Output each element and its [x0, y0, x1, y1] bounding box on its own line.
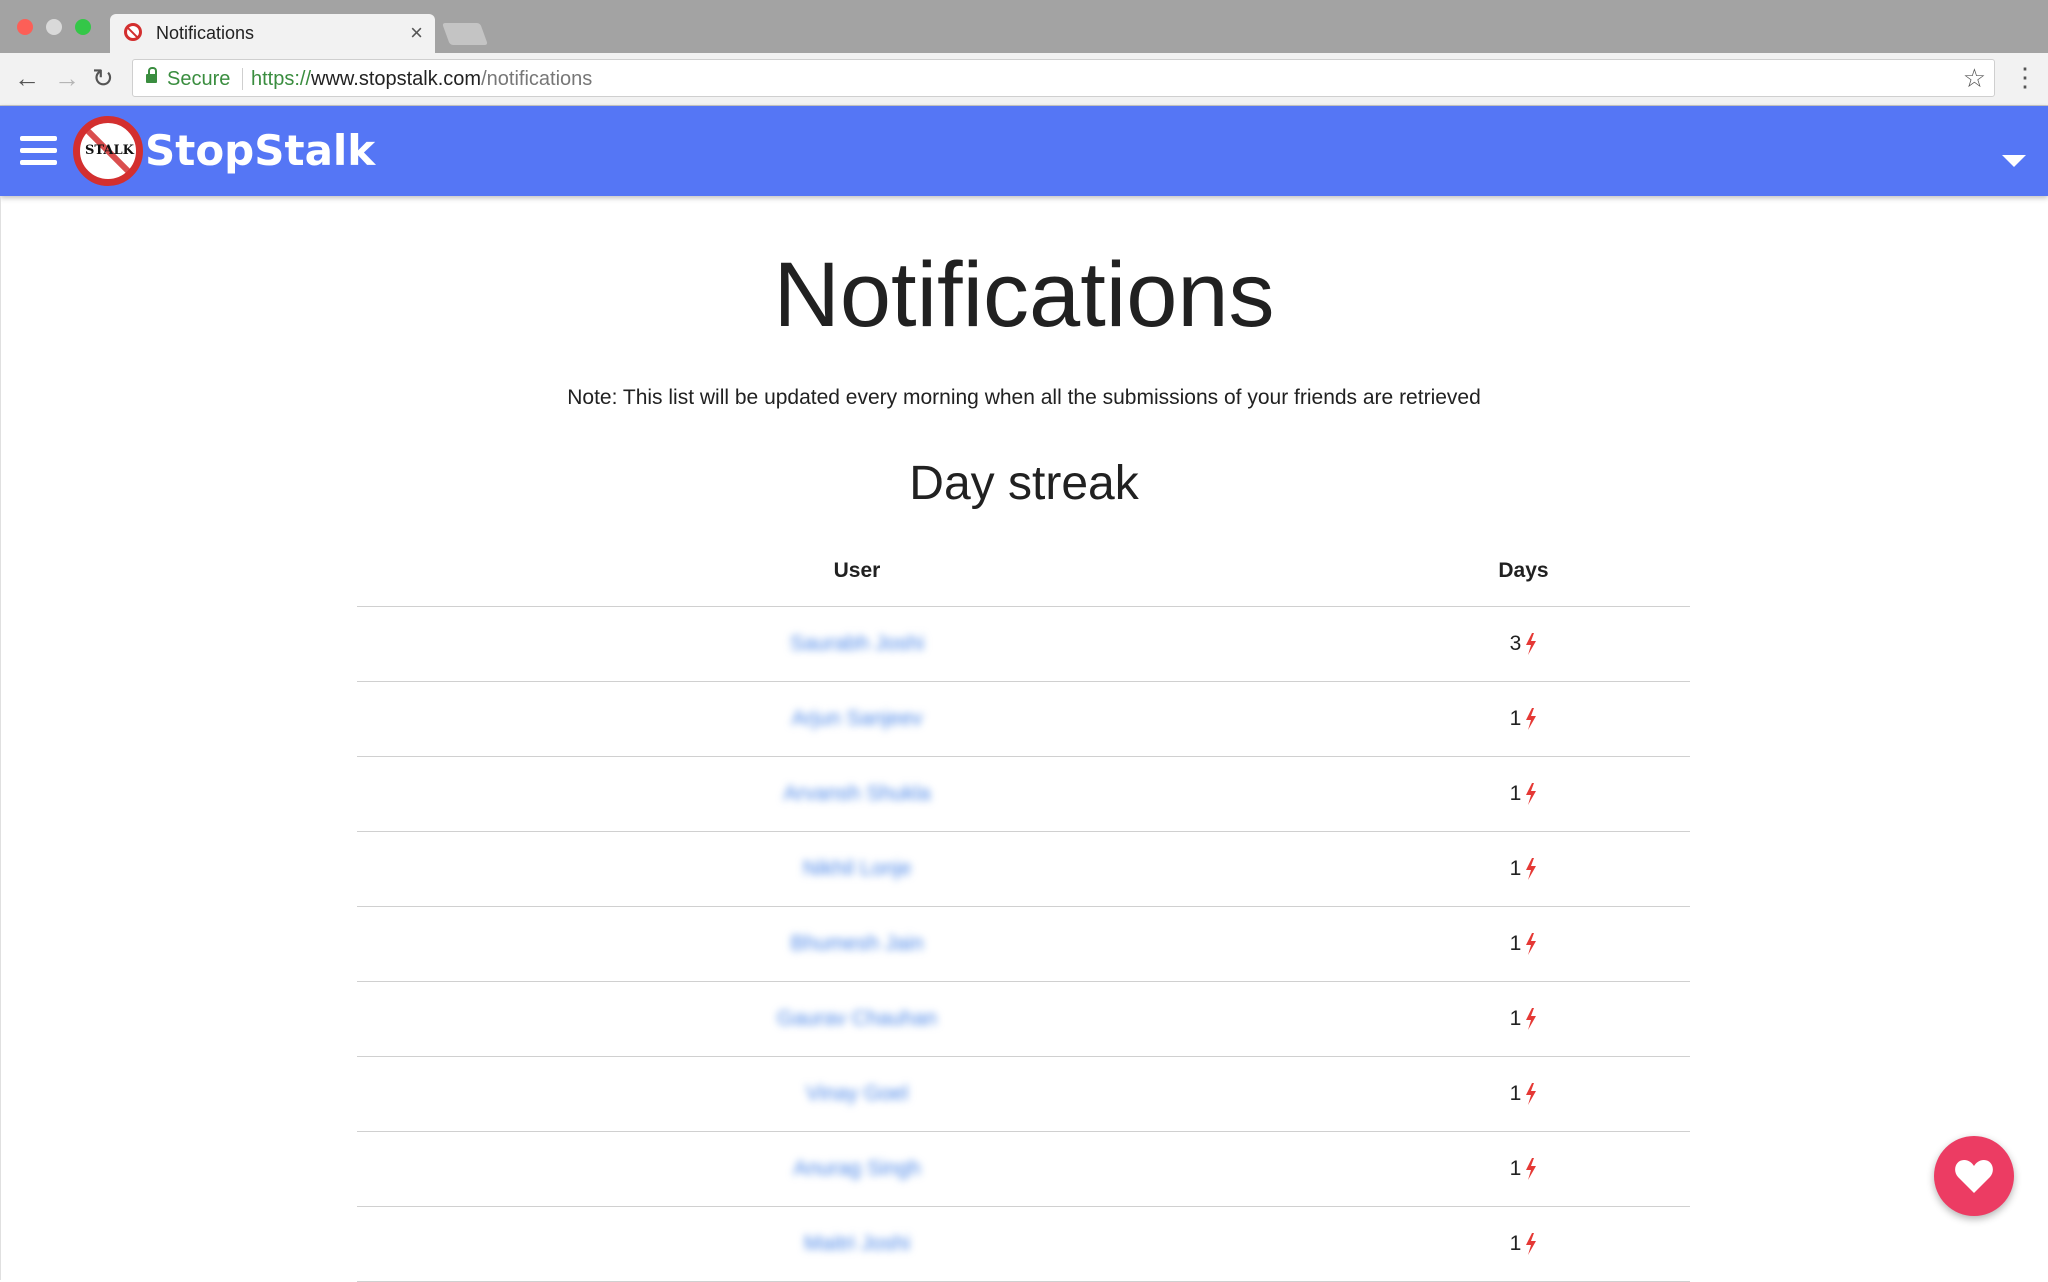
days-cell: 1 [1357, 1056, 1690, 1132]
window-zoom-button[interactable] [75, 19, 91, 35]
user-dropdown-caret-icon[interactable] [2002, 155, 2026, 167]
user-profile-link[interactable]: Gaurav Chauhan [777, 1007, 937, 1030]
browser-menu-icon[interactable]: ⋮ [2012, 62, 2038, 93]
streak-days-value: 1 [1509, 1157, 1522, 1180]
user-profile-link[interactable]: Bhumesh Jain [790, 932, 923, 955]
table-row: Anurag Singh 1 [357, 1131, 1690, 1207]
lock-icon [146, 67, 157, 83]
streak-days-value: 1 [1509, 707, 1522, 730]
address-bar-divider [242, 68, 243, 90]
user-cell: Nikhil Lonje [357, 831, 1357, 907]
bolt-icon [1526, 933, 1537, 956]
update-note: Note: This list will be updated every mo… [567, 386, 1481, 409]
user-cell: Saurabh Joshi [357, 606, 1357, 682]
user-cell: Bhumesh Jain [357, 906, 1357, 982]
days-cell: 1 [1357, 1206, 1690, 1282]
address-bar[interactable]: Secure https://www.stopstalk.com/notific… [132, 59, 1995, 97]
days-cell: 1 [1357, 1131, 1690, 1207]
user-profile-link[interactable]: Arvansh Shukla [783, 782, 930, 805]
bolt-icon [1526, 633, 1537, 656]
user-profile-link[interactable]: Arjun Sanjeev [792, 707, 923, 730]
brand-name[interactable]: StopStalk [145, 126, 375, 175]
bookmark-star-icon[interactable]: ☆ [1963, 63, 1986, 94]
new-tab-button[interactable] [441, 23, 489, 45]
user-cell: Vinay Goel [357, 1056, 1357, 1132]
browser-toolbar: ← → ↻ Secure https://www.stopstalk.com/n… [0, 53, 2048, 106]
streak-days-value: 1 [1509, 1082, 1522, 1105]
browser-tabstrip: Notifications × [0, 0, 2048, 53]
days-cell: 1 [1357, 756, 1690, 832]
user-profile-link[interactable]: Nikhil Lonje [803, 857, 912, 880]
user-cell: Maitri Joshi [357, 1206, 1357, 1282]
user-profile-link[interactable]: Maitri Joshi [804, 1232, 910, 1255]
table-header-row: User Days [357, 535, 1690, 607]
url-text[interactable]: https://www.stopstalk.com/notifications [251, 68, 592, 91]
days-cell: 3 [1357, 606, 1690, 682]
table-body: Saurabh Joshi 3 Arjun Sanjeev 1 Arvansh Shuk… [357, 606, 1690, 1282]
table-row: Nikhil Lonje 1 [357, 831, 1690, 907]
streak-days-value: 1 [1509, 1232, 1522, 1255]
table-row: Gaurav Chauhan 1 [357, 981, 1690, 1057]
tab-close-icon[interactable]: × [410, 20, 423, 46]
bolt-icon [1526, 858, 1537, 881]
column-header-days: Days [1357, 535, 1690, 607]
table-row: Bhumesh Jain 1 [357, 906, 1690, 982]
page-title: Notifications [773, 244, 1275, 346]
days-cell: 1 [1357, 831, 1690, 907]
reload-icon[interactable]: ↻ [92, 65, 114, 91]
table-row: Vinay Goel 1 [357, 1056, 1690, 1132]
site-navbar: STALK StopStalk [0, 106, 2048, 196]
user-profile-link[interactable]: Vinay Goel [806, 1082, 908, 1105]
back-arrow-icon[interactable]: ← [14, 65, 40, 91]
donate-heart-button[interactable] [1934, 1136, 2014, 1216]
days-cell: 1 [1357, 981, 1690, 1057]
user-cell: Anurag Singh [357, 1131, 1357, 1207]
day-streak-heading: Day streak [909, 457, 1139, 510]
table-row: Maitri Joshi 1 [357, 1206, 1690, 1282]
stopstalk-favicon-icon [124, 23, 142, 41]
stopstalk-logo-icon[interactable]: STALK [73, 116, 143, 186]
column-header-user: User [357, 535, 1357, 607]
user-profile-link[interactable]: Anurag Singh [793, 1157, 920, 1180]
user-profile-link[interactable]: Saurabh Joshi [790, 632, 924, 655]
bolt-icon [1526, 1083, 1537, 1106]
bolt-icon [1526, 1158, 1537, 1181]
user-cell: Gaurav Chauhan [357, 981, 1357, 1057]
url-host: www.stopstalk.com [311, 68, 482, 90]
url-scheme: https:// [251, 68, 312, 90]
window-minimize-button[interactable] [46, 19, 62, 35]
table-row: Arvansh Shukla 1 [357, 756, 1690, 832]
days-cell: 1 [1357, 906, 1690, 982]
bolt-icon [1526, 708, 1537, 731]
hamburger-menu-icon[interactable] [20, 136, 57, 166]
forward-arrow-icon[interactable]: → [54, 65, 80, 91]
browser-tab[interactable]: Notifications × [110, 14, 435, 53]
streak-days-value: 1 [1509, 782, 1522, 805]
tab-title: Notifications [156, 23, 255, 43]
streak-days-value: 1 [1509, 857, 1522, 880]
streak-days-value: 1 [1509, 1007, 1522, 1030]
url-path: /notifications [481, 68, 593, 90]
logo-text: STALK [85, 143, 134, 158]
table-row: Arjun Sanjeev 1 [357, 681, 1690, 757]
bolt-icon [1526, 783, 1537, 806]
streak-days-value: 1 [1509, 932, 1522, 955]
bolt-icon [1526, 1233, 1537, 1256]
secure-label: Secure [167, 68, 231, 90]
heart-icon [1955, 1160, 1993, 1193]
table-row: Saurabh Joshi 3 [357, 606, 1690, 682]
days-cell: 1 [1357, 681, 1690, 757]
streak-days-value: 3 [1509, 632, 1522, 655]
window-close-button[interactable] [17, 19, 33, 35]
user-cell: Arjun Sanjeev [357, 681, 1357, 757]
user-cell: Arvansh Shukla [357, 756, 1357, 832]
bolt-icon [1526, 1008, 1537, 1031]
day-streak-table: User Days Saurabh Joshi 3 Arjun Sanjeev 1 Ar… [357, 535, 1690, 1282]
page-left-border [0, 196, 1, 1280]
